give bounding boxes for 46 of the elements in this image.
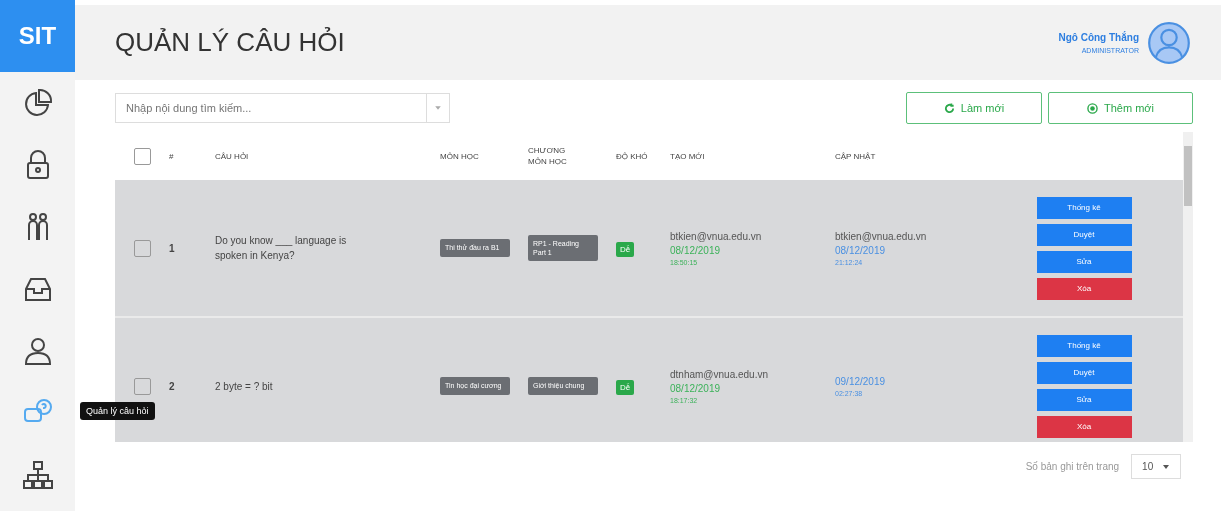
updated-date: 09/12/2019: [835, 375, 887, 387]
plus-circle-icon: [1087, 102, 1098, 114]
updater-email: btkien@vnua.edu.vn: [835, 230, 928, 242]
column-header: TẠO MỚI: [670, 151, 706, 161]
action-button[interactable]: Thống kê: [1036, 196, 1132, 219]
column-header: ĐỘ KHÓ: [616, 151, 649, 161]
page-size-select[interactable]: 10: [1131, 454, 1181, 479]
difficulty-badge: Dễ: [616, 379, 635, 395]
logo[interactable]: SIT: [0, 0, 75, 72]
creator-email: dtnham@vnua.edu.vn: [670, 368, 769, 380]
row-checkbox[interactable]: [133, 377, 151, 395]
action-button[interactable]: Duyệt: [1036, 223, 1132, 246]
question-text: Do you know ___ language is spoken in Kenya?: [215, 234, 348, 263]
refresh-icon: [943, 102, 955, 114]
column-header: MÔN HỌC: [440, 151, 480, 161]
column-header: #: [169, 151, 175, 161]
updated-date: 08/12/2019: [835, 244, 887, 256]
row-checkbox[interactable]: [133, 239, 151, 257]
row-number: 2: [169, 380, 176, 392]
column-header: CÂU HỎI: [215, 151, 250, 161]
created-date: 08/12/2019: [670, 244, 722, 256]
user-name: Ngô Công Thắng: [1058, 31, 1139, 43]
add-button[interactable]: Thêm mới: [1048, 92, 1193, 124]
difficulty-badge: Dễ: [616, 241, 635, 257]
tooltip: Quản lý câu hỏi: [80, 402, 155, 420]
action-button[interactable]: Duyệt: [1036, 361, 1132, 384]
column-header: CẬP NHẬT: [835, 151, 877, 161]
hierarchy-icon[interactable]: [21, 459, 54, 491]
action-button[interactable]: Sửa: [1036, 388, 1132, 411]
page-title: QUẢN LÝ CÂU HỎI: [115, 27, 345, 58]
created-date: 08/12/2019: [670, 382, 722, 394]
action-button[interactable]: Sửa: [1036, 250, 1132, 273]
creator-email: btkien@vnua.edu.vn: [670, 230, 763, 242]
row-number: 1: [169, 242, 176, 254]
caret-icon: [1162, 464, 1170, 470]
delete-button[interactable]: Xóa: [1036, 277, 1132, 300]
refresh-button[interactable]: Làm mới: [906, 92, 1042, 124]
column-header: CHƯƠNG MÔN HỌC: [528, 144, 568, 168]
scrollbar[interactable]: [1183, 132, 1193, 442]
question-text: 2 byte = ? bit: [215, 379, 274, 394]
delete-button[interactable]: Xóa: [1036, 415, 1132, 438]
page-size-label: Số bản ghi trên trang: [1025, 461, 1120, 472]
avatar-icon[interactable]: [1147, 20, 1191, 65]
select-all-checkbox[interactable]: [133, 147, 151, 165]
action-button[interactable]: Thống kê: [1036, 334, 1132, 357]
search-field[interactable]: Nhập nội dung tìm kiếm...: [115, 93, 426, 123]
